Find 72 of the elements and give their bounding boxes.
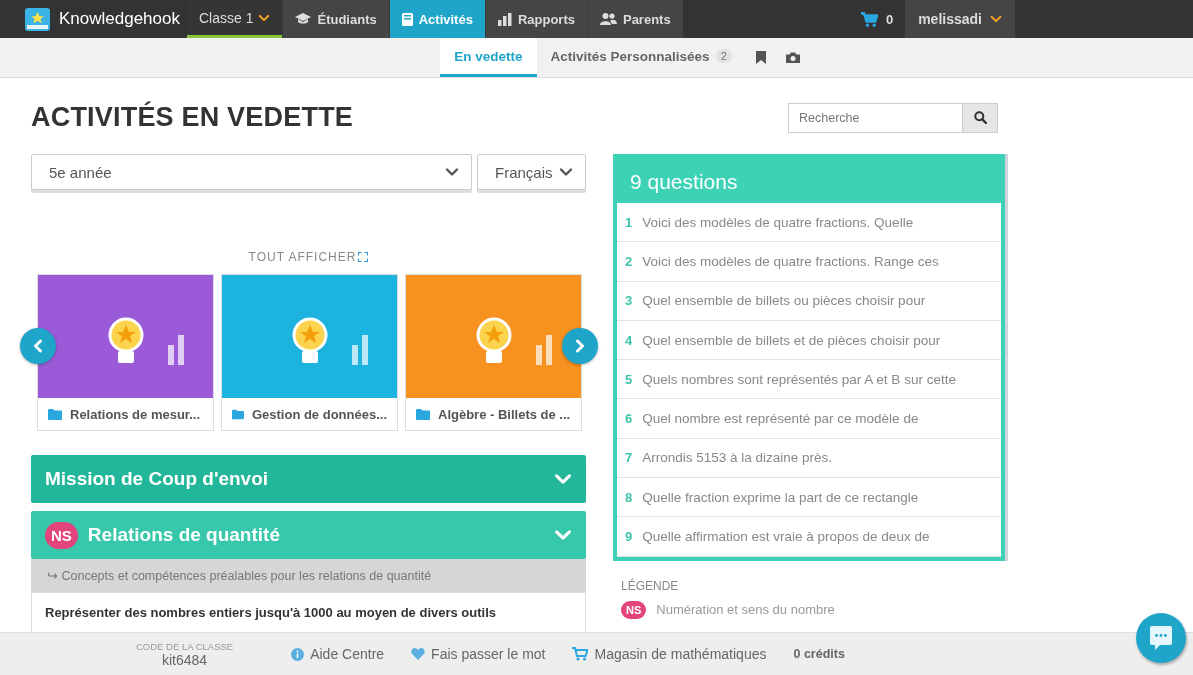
card-caption: Relations de mesur...: [70, 406, 201, 422]
question-row[interactable]: 4 Quel ensemble de billets et de pièces choisir pour: [617, 320, 1001, 361]
activity-card[interactable]: Algèbre - Billets de ...: [405, 274, 582, 431]
nav-tab[interactable]: Étudiants: [282, 0, 389, 38]
footer-link[interactable]: Aide Centre: [291, 646, 385, 662]
card-caption: Algèbre - Billets de ...: [438, 406, 571, 422]
search-icon: [973, 111, 987, 124]
chat-icon: [1148, 625, 1174, 651]
bar-chart-icon: [497, 12, 512, 26]
question-row[interactable]: 9 Quelle affirmation est vraie à propos de deux de: [617, 517, 1001, 557]
nav-tab[interactable]: Activités: [388, 0, 485, 38]
grade-dropdown[interactable]: 5e année: [31, 154, 472, 190]
section-header[interactable]: Mission de Coup d'envoi: [31, 455, 586, 503]
users-icon: [599, 13, 617, 25]
previous-button[interactable]: [20, 328, 56, 364]
search-field[interactable]: Recherche: [788, 102, 963, 133]
heart-icon: [411, 648, 426, 660]
user-menu[interactable]: melissadi: [905, 0, 1015, 38]
card-caption: Gestion de données...: [251, 406, 387, 422]
cart-link[interactable]: 0: [848, 0, 906, 38]
strand-badge: NS: [621, 600, 647, 619]
class-code: kit6484: [162, 651, 208, 668]
show-all-link[interactable]: TOUT AFFICHER: [248, 250, 357, 264]
class-code-label: CODE DE LA CLASSE: [136, 640, 234, 652]
question-row[interactable]: 5 Quels nombres sont représentés par A et B sur cette: [617, 360, 1001, 400]
section-title: Relations de quantité: [87, 524, 280, 546]
nav-tab[interactable]: Rapports: [484, 0, 587, 38]
next-button[interactable]: [562, 328, 598, 364]
book-icon: [401, 12, 413, 26]
section-header[interactable]: NS Relations de quantité: [31, 511, 586, 559]
chat-button[interactable]: [1136, 613, 1186, 663]
chevron-right-icon: [574, 339, 586, 353]
page-title: ACTIVITÉS EN VEDETTE: [31, 102, 354, 133]
folder-icon: [416, 408, 430, 420]
count-badge: 2: [715, 49, 732, 63]
activity-card[interactable]: Gestion de données...: [221, 274, 398, 431]
questions-title: 9 questions: [617, 154, 1001, 203]
info-icon: [291, 647, 305, 661]
footer-link[interactable]: Fais passer le mot: [411, 646, 546, 662]
chevron-down-icon: [445, 165, 459, 179]
folder-icon: [48, 408, 62, 420]
search-button[interactable]: [963, 102, 998, 133]
section-title: Mission de Coup d'envoi: [45, 468, 269, 490]
brand-name: Knowledgehook: [59, 9, 180, 29]
sub-tab[interactable]: En vedette: [440, 38, 537, 77]
strand-badge: NS: [45, 521, 78, 549]
chevron-down-icon: [559, 165, 573, 179]
prerequisite-link[interactable]: ↪ Concepts et compétences préalables pour les relations de quantité: [31, 559, 586, 592]
question-row[interactable]: 2 Voici des modèles de quatre fractions. Range ces: [617, 242, 1001, 282]
question-row[interactable]: 8 Quelle fraction exprime la part de ce rectangle: [617, 478, 1001, 518]
legend-title: LÉGENDE: [621, 578, 680, 593]
camera-icon: [785, 52, 800, 63]
expand-icon: [358, 252, 369, 262]
sub-tab[interactable]: Activités Personnalisées 2: [536, 38, 746, 77]
language-dropdown[interactable]: Français: [477, 154, 586, 190]
folder-icon: [232, 408, 244, 420]
question-row[interactable]: 7 Arrondis 5153 à la dizaine près.: [617, 438, 1001, 479]
book-logo-icon: [25, 7, 50, 31]
activity-card[interactable]: Relations de mesur...: [37, 274, 214, 431]
footer-link[interactable]: Magasin de mathématiques: [572, 646, 767, 662]
nav-tab[interactable]: Parents: [586, 0, 683, 38]
cart-icon: [572, 647, 589, 661]
legend-label: Numération et sens du nombre: [656, 602, 835, 618]
graduation-cap-icon: [295, 13, 312, 25]
chevron-down-icon: [990, 13, 1002, 25]
cart-icon: [860, 11, 878, 27]
chevron-left-icon: [32, 339, 44, 353]
bookmark-icon: [755, 51, 766, 64]
question-row[interactable]: 3 Quel ensemble de billets ou pièces choisir pour: [617, 281, 1001, 321]
credits-count: 0 crédits: [793, 647, 845, 661]
question-row[interactable]: 6 Quel nombre est représenté par ce modèle de: [617, 399, 1001, 439]
question-row[interactable]: 1 Voici des modèles de quatre fractions. Quelle: [617, 203, 1001, 243]
